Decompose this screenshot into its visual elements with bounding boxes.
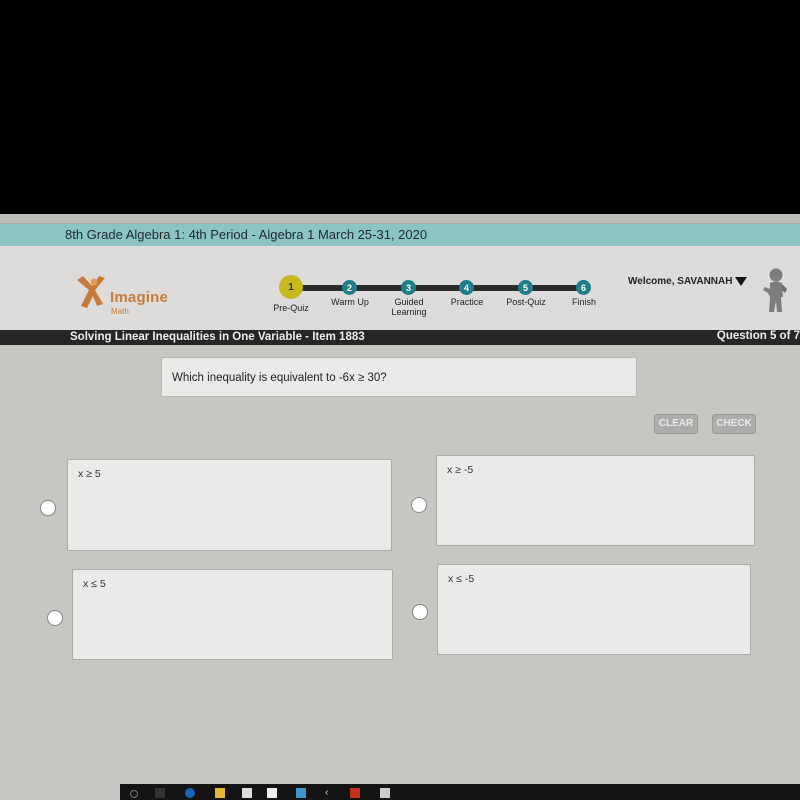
answer-b-text: x ≥ -5 — [447, 464, 474, 476]
answer-b-radio[interactable] — [411, 497, 427, 513]
step-label: Warm Up — [331, 297, 369, 307]
step-dot: 6 — [576, 280, 591, 295]
answer-c-text: x ≤ 5 — [83, 578, 106, 590]
course-title: 8th Grade Algebra 1: 4th Period - Algebr… — [65, 227, 428, 242]
answer-d-card[interactable]: x ≤ -5 — [437, 564, 751, 655]
dropbox-icon[interactable] — [380, 788, 390, 798]
question-counter: Question 5 of 7 — [716, 330, 800, 342]
os-taskbar: ‹ — [120, 784, 800, 800]
step-dot: 2 — [342, 280, 357, 295]
imagine-math-logo: Imagine Math — [75, 276, 175, 326]
mail-icon[interactable] — [296, 788, 306, 798]
caret-down-icon[interactable] — [735, 277, 747, 286]
step-label: Finish — [571, 297, 596, 307]
welcome-user-menu[interactable]: Welcome, SAVANNAH — [628, 276, 732, 287]
course-bar: 8th Grade Algebra 1: 4th Period - Algebr… — [0, 224, 800, 246]
user-figure-icon[interactable] — [760, 267, 790, 317]
check-button[interactable]: CHECK — [712, 414, 756, 434]
question-text: Which inequality is equivalent to -6x ≥ … — [172, 372, 387, 384]
step-label: Guided Learning — [391, 297, 427, 317]
step-dot: 1 — [279, 275, 303, 299]
question-prompt: Which inequality is equivalent to -6x ≥ … — [161, 357, 637, 397]
search-icon[interactable] — [130, 790, 138, 798]
back-arrow-icon[interactable]: ‹ — [325, 788, 335, 798]
store-icon[interactable] — [242, 788, 252, 798]
file-explorer-icon[interactable] — [215, 788, 225, 798]
answer-a-text: x ≥ 5 — [78, 468, 101, 480]
logo-figure-icon — [77, 276, 105, 308]
answer-b-card[interactable]: x ≥ -5 — [436, 455, 755, 546]
edge-browser-icon[interactable] — [185, 788, 195, 798]
lesson-title: Solving Linear Inequalities in One Varia… — [70, 331, 365, 343]
screen: 8th Grade Algebra 1: 4th Period - Algebr… — [0, 214, 800, 800]
lesson-title-bar: Solving Linear Inequalities in One Varia… — [0, 330, 800, 345]
clear-button[interactable]: CLEAR — [654, 414, 698, 434]
step-dot: 5 — [518, 280, 533, 295]
answer-c-radio[interactable] — [47, 610, 63, 626]
header: Imagine Math 1 Pre-Quiz 2 Warm Up 3 Guid… — [0, 246, 800, 330]
answer-a-radio[interactable] — [40, 500, 56, 516]
browser-toolbar-strip — [0, 214, 800, 224]
task-view-icon[interactable] — [155, 788, 165, 798]
office-icon[interactable] — [350, 788, 360, 798]
step-dot: 4 — [459, 280, 474, 295]
answer-a-card[interactable]: x ≥ 5 — [67, 459, 392, 551]
answer-d-radio[interactable] — [412, 604, 428, 620]
amazon-icon[interactable] — [267, 788, 277, 798]
answer-c-card[interactable]: x ≤ 5 — [72, 569, 393, 660]
logo-sub: Math — [111, 307, 129, 316]
step-dot: 3 — [401, 280, 416, 295]
progress-track — [290, 285, 586, 291]
logo-name: Imagine — [110, 289, 169, 306]
answer-d-text: x ≤ -5 — [448, 573, 475, 585]
